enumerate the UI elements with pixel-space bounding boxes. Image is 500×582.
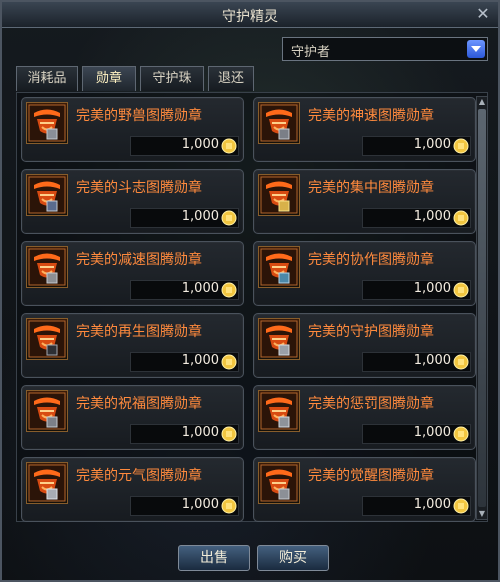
totem-medal-icon [26, 246, 68, 288]
gold-coin-icon [453, 282, 469, 298]
totem-medal-icon [26, 390, 68, 432]
gold-coin-icon [221, 210, 237, 226]
buy-button[interactable]: 购买 [257, 545, 329, 571]
shop-item-card[interactable]: 完美的祝福图腾勋章 1,000 [21, 385, 244, 450]
price-value: 1,000 [413, 281, 451, 296]
item-name: 完美的斗志图腾勋章 [76, 180, 202, 196]
gold-coin-icon [453, 498, 469, 514]
item-price: 1,000 [130, 424, 239, 444]
totem-medal-icon [258, 174, 300, 216]
close-icon[interactable]: ✕ [474, 5, 492, 23]
item-name: 完美的神速图腾勋章 [308, 108, 434, 124]
item-price: 1,000 [130, 280, 239, 300]
price-value: 1,000 [181, 281, 219, 296]
totem-medal-icon [26, 318, 68, 360]
tab-guardian-beads[interactable]: 守护珠 [140, 66, 204, 91]
gold-coin-icon [221, 426, 237, 442]
title-bar: 守护精灵 ✕ [2, 2, 498, 28]
price-value: 1,000 [413, 353, 451, 368]
gold-coin-icon [453, 138, 469, 154]
shop-item-card[interactable]: 完美的斗志图腾勋章 1,000 [21, 169, 244, 234]
shop-item-card[interactable]: 完美的协作图腾勋章 1,000 [253, 241, 476, 306]
price-value: 1,000 [181, 137, 219, 152]
item-price: 1,000 [362, 424, 471, 444]
item-name: 完美的惩罚图腾勋章 [308, 396, 434, 412]
shop-window: 守护精灵 ✕ 守护者 消耗品 勋章 守护珠 退还 完美的野兽图腾勋章 1,000… [0, 0, 500, 582]
item-price: 1,000 [130, 136, 239, 156]
item-price: 1,000 [130, 208, 239, 228]
item-name: 完美的减速图腾勋章 [76, 252, 202, 268]
tab-return[interactable]: 退还 [208, 66, 254, 91]
item-name: 完美的协作图腾勋章 [308, 252, 434, 268]
shop-item-card[interactable]: 完美的集中图腾勋章 1,000 [253, 169, 476, 234]
shop-item-card[interactable]: 完美的减速图腾勋章 1,000 [21, 241, 244, 306]
totem-medal-icon [26, 102, 68, 144]
shop-item-card[interactable]: 完美的元气图腾勋章 1,000 [21, 457, 244, 522]
item-name: 完美的集中图腾勋章 [308, 180, 434, 196]
shop-item-card[interactable]: 完美的守护图腾勋章 1,000 [253, 313, 476, 378]
item-price: 1,000 [130, 496, 239, 516]
window-title: 守护精灵 [222, 9, 278, 25]
tab-consumables[interactable]: 消耗品 [16, 66, 78, 91]
scrollbar[interactable]: ▲ ▼ [476, 96, 488, 520]
item-name: 完美的再生图腾勋章 [76, 324, 202, 340]
item-price: 1,000 [130, 352, 239, 372]
shop-item-card[interactable]: 完美的神速图腾勋章 1,000 [253, 97, 476, 162]
totem-medal-icon [258, 318, 300, 360]
shop-item-card[interactable]: 完美的觉醒图腾勋章 1,000 [253, 457, 476, 522]
totem-medal-icon [258, 246, 300, 288]
totem-medal-icon [26, 462, 68, 504]
item-name: 完美的守护图腾勋章 [308, 324, 434, 340]
scroll-down-icon[interactable]: ▼ [477, 509, 487, 519]
totem-medal-icon [26, 174, 68, 216]
price-value: 1,000 [181, 497, 219, 512]
gold-coin-icon [221, 354, 237, 370]
dropdown-selected-value: 守护者 [291, 45, 331, 60]
shop-item-card[interactable]: 完美的野兽图腾勋章 1,000 [21, 97, 244, 162]
item-price: 1,000 [362, 496, 471, 516]
item-name: 完美的觉醒图腾勋章 [308, 468, 434, 484]
price-value: 1,000 [181, 209, 219, 224]
item-price: 1,000 [362, 136, 471, 156]
totem-medal-icon [258, 102, 300, 144]
item-price: 1,000 [362, 280, 471, 300]
price-value: 1,000 [181, 353, 219, 368]
chevron-down-icon[interactable] [467, 40, 485, 58]
item-name: 完美的祝福图腾勋章 [76, 396, 202, 412]
item-name: 完美的野兽图腾勋章 [76, 108, 202, 124]
item-list-panel: 完美的野兽图腾勋章 1,000 完美的神速图腾勋章 1,000 完美的斗志图腾勋… [16, 92, 488, 522]
gold-coin-icon [221, 498, 237, 514]
price-value: 1,000 [413, 425, 451, 440]
gold-coin-icon [453, 426, 469, 442]
item-price: 1,000 [362, 352, 471, 372]
gold-coin-icon [221, 138, 237, 154]
gold-coin-icon [453, 210, 469, 226]
scroll-up-icon[interactable]: ▲ [477, 97, 487, 107]
tab-medals[interactable]: 勋章 [82, 66, 136, 91]
item-price: 1,000 [362, 208, 471, 228]
totem-medal-icon [258, 390, 300, 432]
price-value: 1,000 [413, 209, 451, 224]
gold-coin-icon [453, 354, 469, 370]
totem-medal-icon [258, 462, 300, 504]
sell-button[interactable]: 出售 [178, 545, 250, 571]
gold-coin-icon [221, 282, 237, 298]
scroll-thumb[interactable] [478, 109, 486, 507]
item-name: 完美的元气图腾勋章 [76, 468, 202, 484]
category-dropdown[interactable]: 守护者 [282, 37, 488, 61]
price-value: 1,000 [181, 425, 219, 440]
price-value: 1,000 [413, 137, 451, 152]
shop-item-card[interactable]: 完美的再生图腾勋章 1,000 [21, 313, 244, 378]
price-value: 1,000 [413, 497, 451, 512]
shop-item-card[interactable]: 完美的惩罚图腾勋章 1,000 [253, 385, 476, 450]
